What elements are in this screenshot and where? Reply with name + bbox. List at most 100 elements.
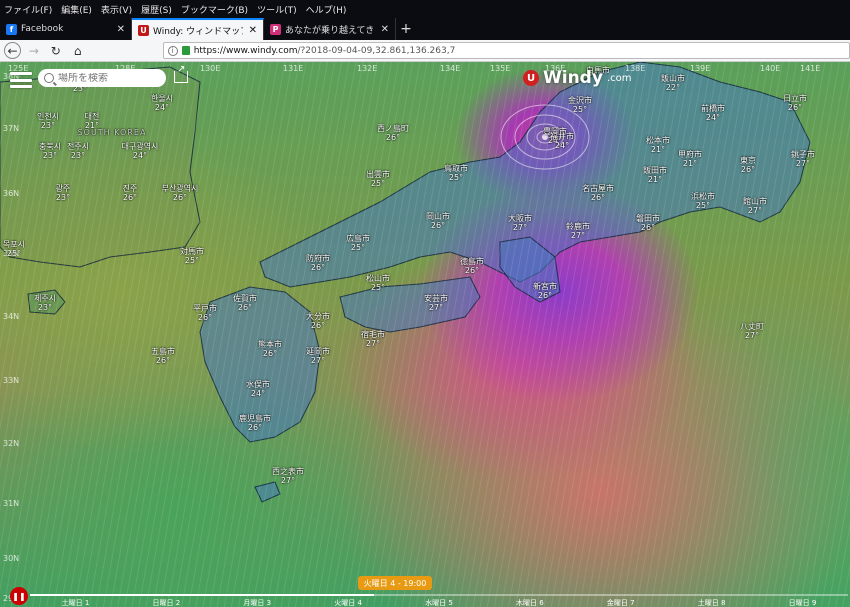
- city-temperature: 27°: [512, 223, 528, 232]
- city-label[interactable]: 東京 26°: [740, 156, 756, 174]
- city-label[interactable]: 西之表市 27°: [272, 467, 304, 485]
- info-icon[interactable]: i: [167, 45, 178, 56]
- city-label[interactable]: 인천시 23°: [37, 112, 59, 130]
- city-label[interactable]: 銚子市 27°: [791, 150, 815, 168]
- city-label[interactable]: 金沢市 25°: [568, 96, 592, 114]
- timeline-day[interactable]: 水曜日 5: [425, 598, 453, 607]
- timeline-day[interactable]: 木曜日 6: [516, 598, 544, 607]
- close-icon[interactable]: ✕: [379, 24, 391, 35]
- city-label[interactable]: 広島市 25°: [346, 234, 370, 252]
- city-name: 제주시: [33, 294, 57, 303]
- city-label[interactable]: 延岡市 27°: [306, 347, 330, 365]
- reload-button[interactable]: ↻: [47, 42, 65, 60]
- timeline-day[interactable]: 火曜日 4: [334, 598, 362, 607]
- city-label[interactable]: 大阪市 27°: [508, 214, 532, 232]
- timeline-track[interactable]: [30, 594, 848, 596]
- search-input[interactable]: [58, 72, 158, 84]
- city-label[interactable]: 西ノ島町 26°: [377, 124, 409, 142]
- city-label[interactable]: 鹿児島市 26°: [239, 414, 271, 432]
- city-label[interactable]: 熊本市 26°: [258, 340, 282, 358]
- tab-facebook[interactable]: f Facebook ✕: [0, 18, 132, 40]
- windy-logo: U Windy .com: [523, 68, 631, 88]
- city-label[interactable]: 佐賀市 26°: [233, 294, 257, 312]
- city-temperature: 27°: [795, 159, 811, 168]
- menu-item[interactable]: 表示(V): [101, 3, 132, 16]
- back-button[interactable]: ←: [4, 42, 21, 59]
- search-box[interactable]: [38, 69, 166, 87]
- city-label[interactable]: 浜松市 25°: [691, 192, 715, 210]
- city-label[interactable]: 鳥取市 25°: [444, 164, 468, 182]
- city-label[interactable]: 대전 21°: [85, 112, 100, 130]
- timeline-day[interactable]: 日曜日 9: [789, 598, 817, 607]
- city-label[interactable]: 宿毛市 27°: [361, 330, 385, 348]
- city-label[interactable]: 水俣市 24°: [246, 380, 270, 398]
- timeline-day[interactable]: 日曜日 2: [152, 598, 180, 607]
- city-label[interactable]: 전주시 23°: [67, 142, 89, 160]
- city-name: 金沢市: [568, 96, 592, 105]
- hamburger-menu-icon[interactable]: [10, 72, 32, 88]
- home-button[interactable]: ⌂: [69, 42, 87, 60]
- tab-article[interactable]: P あなたが乗り越えてきた試練とは？ ✕: [264, 18, 396, 40]
- city-label[interactable]: 松山市 25°: [366, 274, 390, 292]
- menu-item[interactable]: ツール(T): [257, 3, 297, 16]
- city-name: 銚子市: [791, 150, 815, 159]
- city-label[interactable]: 대구광역시 24°: [122, 142, 159, 160]
- city-label[interactable]: 福井市 24°: [550, 132, 574, 150]
- timeline-day[interactable]: 月曜日 3: [243, 598, 271, 607]
- city-label[interactable]: 甲府市 21°: [678, 150, 702, 168]
- city-label[interactable]: 新宮市 26°: [533, 282, 557, 300]
- city-name: 佐賀市: [233, 294, 257, 303]
- city-label[interactable]: 부산광역시 26°: [162, 184, 199, 202]
- city-label[interactable]: 진주 26°: [123, 184, 138, 202]
- city-label[interactable]: 安芸市 27°: [424, 294, 448, 312]
- city-label[interactable]: 한울시 24°: [151, 94, 173, 112]
- city-name: 徳島市: [460, 257, 484, 266]
- city-label[interactable]: 광주 23°: [56, 184, 71, 202]
- current-time-badge[interactable]: 火曜日 4 - 19:00: [358, 576, 432, 590]
- city-label[interactable]: 제주시 23°: [34, 294, 56, 312]
- new-tab-button[interactable]: +: [396, 18, 416, 40]
- city-temperature: 25°: [572, 105, 588, 114]
- menu-item[interactable]: ブックマーク(B): [181, 3, 248, 16]
- city-name: 鈴鹿市: [566, 222, 590, 231]
- wind-map[interactable]: 125E128E130E131E132E134E135E136E138E139E…: [0, 62, 850, 607]
- city-label[interactable]: 対馬市 25°: [180, 247, 204, 265]
- city-name: 飯田市: [643, 166, 667, 175]
- tab-windy[interactable]: U Windy: ウィンドマップ & 天気予報 ✕: [132, 18, 264, 40]
- city-label[interactable]: 前橋市 24°: [701, 104, 725, 122]
- city-label[interactable]: 松本市 21°: [646, 136, 670, 154]
- city-label[interactable]: 목포시 25°: [3, 240, 25, 258]
- city-label[interactable]: 飯山市 22°: [661, 74, 685, 92]
- menu-item[interactable]: ファイル(F): [4, 3, 52, 16]
- city-label[interactable]: 出雲市 25°: [366, 170, 390, 188]
- city-label[interactable]: 平戸市 26°: [193, 304, 217, 322]
- city-label[interactable]: 岡山市 26°: [426, 212, 450, 230]
- city-label[interactable]: 五島市 26°: [151, 347, 175, 365]
- timeline-day[interactable]: 金曜日 7: [607, 598, 635, 607]
- city-label[interactable]: 飯田市 21°: [643, 166, 667, 184]
- city-temperature: 23°: [55, 193, 71, 202]
- city-label[interactable]: 八丈町 27°: [740, 322, 764, 340]
- menu-item[interactable]: ヘルプ(H): [306, 3, 347, 16]
- city-label[interactable]: 名古屋市 26°: [582, 184, 614, 202]
- city-label[interactable]: 館山市 27°: [743, 197, 767, 215]
- close-icon[interactable]: ✕: [115, 24, 127, 35]
- longitude-label: 130E: [200, 64, 221, 73]
- forward-button[interactable]: →: [25, 42, 43, 60]
- city-label[interactable]: 충북시 23°: [39, 142, 61, 160]
- timeline-day[interactable]: 土曜日 8: [698, 598, 726, 607]
- timeline-day[interactable]: 土曜日 1: [62, 598, 90, 607]
- city-label[interactable]: 徳島市 26°: [460, 257, 484, 275]
- url-bar[interactable]: i https://www.windy.com/?2018-09-04-09,3…: [162, 42, 850, 59]
- city-label[interactable]: 鈴鹿市 27°: [566, 222, 590, 240]
- menu-item[interactable]: 履歴(S): [141, 3, 172, 16]
- city-label[interactable]: 日立市 26°: [783, 94, 807, 112]
- menu-item[interactable]: 編集(E): [61, 3, 92, 16]
- close-icon[interactable]: ✕: [247, 25, 259, 36]
- city-temperature: 26°: [464, 266, 480, 275]
- city-label[interactable]: 大分市 26°: [306, 312, 330, 330]
- share-icon[interactable]: [174, 64, 188, 83]
- city-label[interactable]: 磐田市 26°: [636, 214, 660, 232]
- pause-button[interactable]: ❚❚: [10, 587, 28, 605]
- city-label[interactable]: 防府市 26°: [306, 254, 330, 272]
